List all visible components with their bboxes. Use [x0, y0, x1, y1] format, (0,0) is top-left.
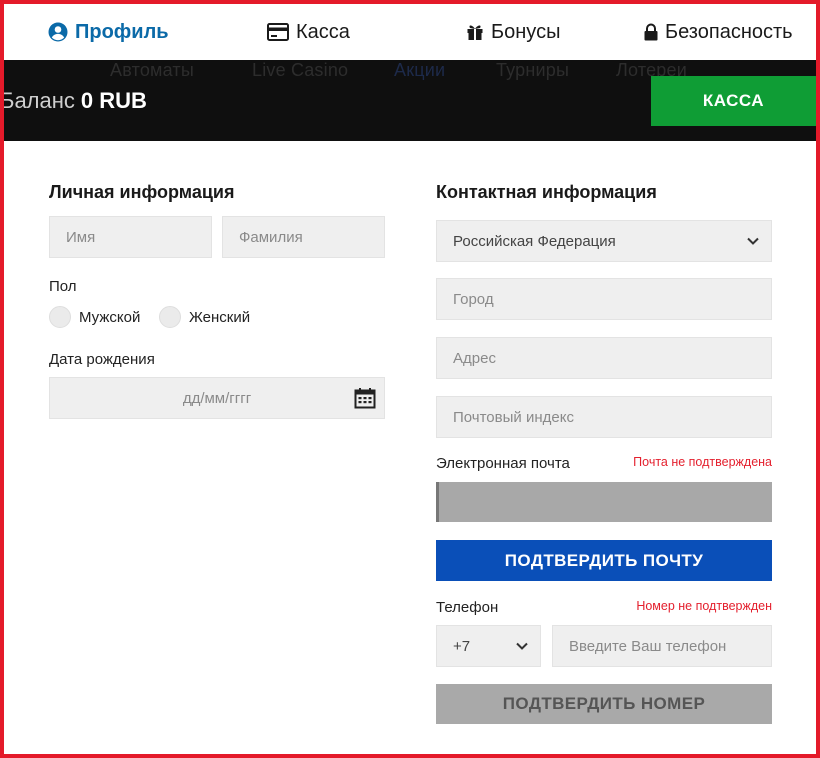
balance: Баланс 0 RUB [0, 88, 147, 114]
page-frame: Профиль Касса Бонусы Безопасность Автома… [0, 0, 820, 758]
phone-label: Телефон [436, 599, 499, 616]
gender-label: Пол [49, 278, 77, 295]
gender-male-label: Мужской [79, 308, 141, 326]
profile-tabs: Профиль Касса Бонусы Безопасность [4, 4, 816, 60]
user-icon [48, 22, 68, 42]
tab-security[interactable]: Безопасность [644, 18, 793, 46]
balance-label: Баланс [0, 88, 75, 113]
email-label: Электронная почта [436, 455, 570, 472]
email-field[interactable] [436, 482, 772, 522]
address-input[interactable]: Адрес [436, 337, 772, 379]
tab-bonuses-label: Бонусы [491, 20, 561, 43]
chevron-down-icon [516, 638, 528, 655]
birthdate-input[interactable]: дд/мм/гггг [49, 377, 385, 419]
zip-input[interactable]: Почтовый индекс [436, 396, 772, 438]
ghost-nav-item: Live Casino [252, 60, 349, 80]
gender-male-radio[interactable]: Мужской [49, 306, 140, 328]
gender-female-label: Женский [189, 308, 251, 326]
radio-circle [159, 306, 181, 328]
email-status: Почта не подтверждена [633, 455, 772, 469]
tab-kassa[interactable]: Касса [267, 18, 350, 46]
country-value: Российская Федерация [453, 232, 616, 250]
tab-security-label: Безопасность [665, 20, 793, 43]
chevron-down-icon [747, 233, 759, 250]
calendar-icon[interactable] [354, 387, 376, 413]
kassa-button[interactable]: КАССА [651, 76, 816, 126]
ghost-nav-item: Турниры [496, 60, 570, 80]
confirm-email-button[interactable]: ПОДТВЕРДИТЬ ПОЧТУ [436, 540, 772, 581]
tab-kassa-label: Касса [296, 20, 350, 43]
last-name-input[interactable]: Фамилия [222, 216, 385, 258]
phone-input[interactable]: Введите Ваш телефон [552, 625, 772, 667]
tab-profile-label: Профиль [75, 20, 169, 43]
confirm-phone-button[interactable]: ПОДТВЕРДИТЬ НОМЕР [436, 684, 772, 724]
phone-code-select[interactable]: +7 [436, 625, 541, 667]
personal-info-title: Личная информация [49, 182, 235, 202]
phone-code-value: +7 [453, 637, 471, 655]
radio-circle [49, 306, 71, 328]
first-name-input[interactable]: Имя [49, 216, 212, 258]
tab-bonuses[interactable]: Бонусы [466, 18, 560, 46]
birthdate-label: Дата рождения [49, 351, 155, 368]
city-input[interactable]: Город [436, 278, 772, 320]
balance-amount: 0 RUB [80, 88, 147, 113]
birthdate-placeholder: дд/мм/гггг [182, 389, 252, 407]
tab-profile[interactable]: Профиль [48, 18, 169, 46]
phone-status: Номер не подтвержден [636, 599, 772, 613]
ghost-nav-item: Акции [394, 60, 446, 80]
gift-icon [466, 23, 484, 41]
balance-bar: Автоматы Live Casino Акции Турниры Лотер… [4, 60, 816, 141]
lock-icon [644, 23, 658, 41]
contact-info-title: Контактная информация [436, 182, 657, 202]
country-select[interactable]: Российская Федерация [436, 220, 772, 262]
gender-female-radio[interactable]: Женский [159, 306, 250, 328]
card-icon [267, 23, 289, 41]
ghost-nav-item: Автоматы [110, 60, 194, 80]
